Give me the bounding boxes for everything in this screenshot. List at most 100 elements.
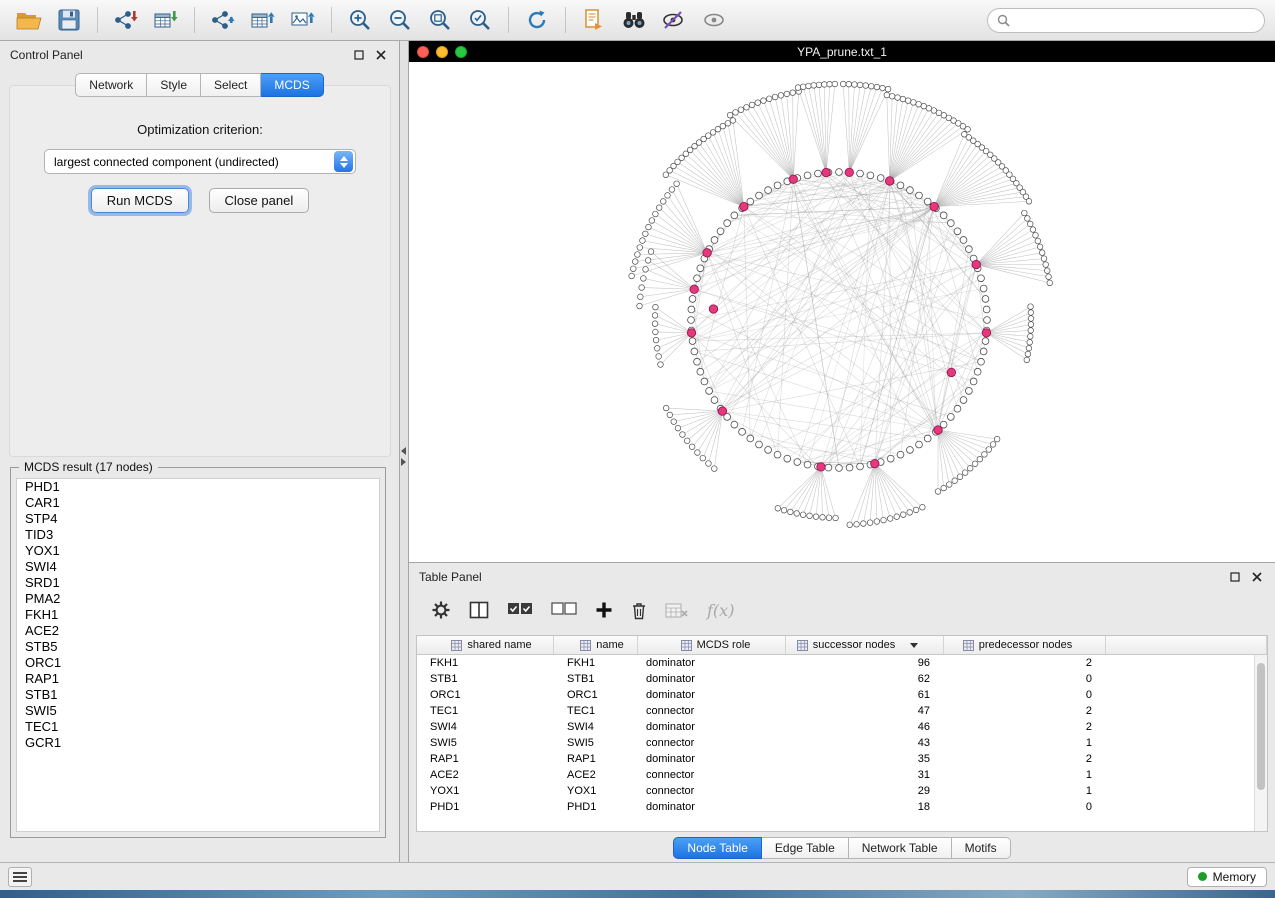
graph-node[interactable] xyxy=(877,175,884,182)
mcds-result-item[interactable]: STB5 xyxy=(17,639,379,655)
graph-node[interactable] xyxy=(765,187,772,194)
graph-node[interactable] xyxy=(694,358,701,365)
graph-leaf-node[interactable] xyxy=(884,92,890,98)
graph-leaf-node[interactable] xyxy=(1028,334,1034,340)
graph-leaf-node[interactable] xyxy=(1027,339,1033,345)
graph-leaf-node[interactable] xyxy=(656,354,662,360)
refresh-view-button[interactable] xyxy=(518,4,556,36)
graph-node[interactable] xyxy=(887,455,894,462)
graph-leaf-node[interactable] xyxy=(755,100,761,106)
graph-node[interactable] xyxy=(688,306,695,313)
graph-leaf-node[interactable] xyxy=(766,96,772,102)
search-network-button[interactable] xyxy=(615,4,653,36)
graph-node[interactable] xyxy=(717,228,724,235)
export-image-button[interactable] xyxy=(284,4,322,36)
graph-leaf-node[interactable] xyxy=(1027,221,1033,227)
graph-leaf-node[interactable] xyxy=(895,95,901,101)
graph-node[interactable] xyxy=(756,192,763,199)
graph-leaf-node[interactable] xyxy=(1030,227,1036,233)
graph-leaf-node[interactable] xyxy=(874,519,880,525)
network-graph-svg[interactable] xyxy=(409,62,1275,562)
graph-leaf-node[interactable] xyxy=(894,514,900,520)
graph-mcds-node[interactable] xyxy=(885,177,893,185)
graph-leaf-node[interactable] xyxy=(820,515,826,521)
graph-leaf-node[interactable] xyxy=(733,110,739,116)
table-row[interactable]: FKH1FKH1dominator962 xyxy=(417,655,1267,671)
graph-leaf-node[interactable] xyxy=(846,81,852,87)
table-settings-button[interactable] xyxy=(431,600,451,620)
mcds-result-item[interactable]: PMA2 xyxy=(17,591,379,607)
tab-network[interactable]: Network xyxy=(75,73,147,97)
share-document-button[interactable] xyxy=(575,4,613,36)
graph-leaf-node[interactable] xyxy=(675,425,681,431)
graph-leaf-node[interactable] xyxy=(638,294,644,300)
table-row[interactable]: ACE2ACE2connector311 xyxy=(417,767,1267,783)
graph-node[interactable] xyxy=(960,397,967,404)
table-row[interactable]: TEC1TEC1connector472 xyxy=(417,703,1267,719)
graph-leaf-node[interactable] xyxy=(977,456,983,462)
graph-leaf-node[interactable] xyxy=(637,303,643,309)
graph-node[interactable] xyxy=(731,421,738,428)
open-file-button[interactable] xyxy=(10,4,48,36)
graph-leaf-node[interactable] xyxy=(775,506,781,512)
graph-leaf-node[interactable] xyxy=(720,123,726,129)
table-row[interactable]: PHD1PHD1dominator180 xyxy=(417,799,1267,815)
graph-leaf-node[interactable] xyxy=(761,98,767,104)
graph-leaf-node[interactable] xyxy=(671,419,677,425)
graph-leaf-node[interactable] xyxy=(725,120,731,126)
graph-mcds-node[interactable] xyxy=(703,249,711,257)
vertical-splitter[interactable] xyxy=(400,41,409,862)
table-row[interactable]: SWI5SWI5connector431 xyxy=(417,735,1267,751)
graph-leaf-node[interactable] xyxy=(689,444,695,450)
graph-leaf-node[interactable] xyxy=(821,82,827,88)
graph-leaf-node[interactable] xyxy=(781,507,787,513)
graph-leaf-node[interactable] xyxy=(935,489,941,495)
criterion-dropdown[interactable]: largest connected component (undirected) xyxy=(44,149,356,174)
tab-edge-table[interactable]: Edge Table xyxy=(762,837,849,859)
graph-node[interactable] xyxy=(836,465,843,472)
graph-node[interactable] xyxy=(924,435,931,442)
graph-leaf-node[interactable] xyxy=(1043,262,1049,268)
graph-node[interactable] xyxy=(978,358,985,365)
mcds-result-item[interactable]: ORC1 xyxy=(17,655,379,671)
table-row[interactable]: STB1STB1dominator620 xyxy=(417,671,1267,687)
graph-leaf-node[interactable] xyxy=(869,83,875,89)
graph-leaf-node[interactable] xyxy=(986,447,992,453)
graph-leaf-node[interactable] xyxy=(640,238,646,244)
graph-leaf-node[interactable] xyxy=(1039,250,1045,256)
graph-leaf-node[interactable] xyxy=(730,118,736,124)
tab-mcds[interactable]: MCDS xyxy=(261,73,323,97)
graph-node[interactable] xyxy=(711,237,718,244)
graph-node[interactable] xyxy=(697,368,704,375)
table-row[interactable]: ORC1ORC1dominator610 xyxy=(417,687,1267,703)
column-header-mcds-role[interactable]: MCDS role xyxy=(638,636,786,654)
graph-leaf-node[interactable] xyxy=(790,90,796,96)
graph-node[interactable] xyxy=(897,182,904,189)
mcds-result-list[interactable]: PHD1CAR1STP4TID3YOX1SWI4SRD1PMA2FKH1ACE2… xyxy=(16,478,380,832)
graph-leaf-node[interactable] xyxy=(669,187,675,193)
graph-leaf-node[interactable] xyxy=(967,465,973,471)
graph-leaf-node[interactable] xyxy=(1046,274,1052,280)
graph-leaf-node[interactable] xyxy=(738,107,744,113)
column-header-shared-name[interactable]: shared name xyxy=(417,636,554,654)
graph-leaf-node[interactable] xyxy=(889,93,895,99)
graph-leaf-node[interactable] xyxy=(674,181,680,187)
float-panel-icon[interactable] xyxy=(1227,569,1243,585)
graph-mcds-node[interactable] xyxy=(934,426,942,434)
graph-node[interactable] xyxy=(960,237,967,244)
column-header-predecessor-nodes[interactable]: predecessor nodes xyxy=(944,636,1106,654)
zoom-in-button[interactable] xyxy=(341,4,379,36)
graph-mcds-node[interactable] xyxy=(789,175,797,183)
graph-node[interactable] xyxy=(784,455,791,462)
graph-leaf-node[interactable] xyxy=(749,102,755,108)
graph-leaf-node[interactable] xyxy=(635,252,641,258)
graph-node[interactable] xyxy=(689,296,696,303)
mcds-result-item[interactable]: PHD1 xyxy=(17,479,379,495)
column-header-name[interactable]: name xyxy=(554,636,638,654)
graph-leaf-node[interactable] xyxy=(665,193,671,199)
export-table-button[interactable] xyxy=(244,4,282,36)
tab-motifs[interactable]: Motifs xyxy=(952,837,1011,859)
graph-node[interactable] xyxy=(724,220,731,227)
graph-leaf-node[interactable] xyxy=(957,474,963,480)
mcds-result-item[interactable]: SRD1 xyxy=(17,575,379,591)
